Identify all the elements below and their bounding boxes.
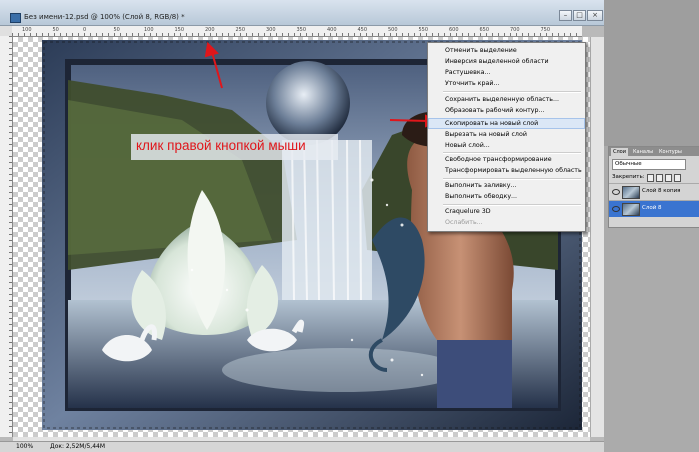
layer-row[interactable]: Слой 8 копия bbox=[609, 183, 699, 200]
menu-item[interactable]: Инверсия выделенной области bbox=[428, 56, 585, 67]
lock-all-icon[interactable] bbox=[674, 174, 681, 182]
photoshop-document-icon bbox=[10, 13, 21, 23]
layer-thumbnail bbox=[622, 203, 640, 216]
ruler-tick-label: 50 bbox=[52, 27, 59, 33]
ruler-tick-label: 0 bbox=[83, 27, 87, 33]
ruler-tick-label: 750 bbox=[540, 27, 551, 33]
status-bar: 100% Док: 2,52М/5,44М bbox=[0, 441, 604, 452]
lock-label: Закрепить: bbox=[612, 174, 645, 180]
menu-item[interactable]: Скопировать на новый слой bbox=[428, 118, 585, 129]
menu-item[interactable]: Новый слой... bbox=[428, 140, 585, 151]
ruler-tick-label: 400 bbox=[327, 27, 337, 33]
menu-item[interactable]: Отменить выделение bbox=[428, 45, 585, 56]
ruler-tick-label: 650 bbox=[479, 27, 490, 33]
tab-layers[interactable]: Слои bbox=[611, 148, 628, 156]
menu-item[interactable]: Сохранить выделенную область... bbox=[428, 94, 585, 105]
layer-thumbnail bbox=[622, 186, 640, 199]
ruler-left[interactable] bbox=[0, 36, 13, 437]
menu-item[interactable]: Уточнить край... bbox=[428, 78, 585, 89]
ruler-tick-label: 150 bbox=[174, 27, 185, 33]
ruler-tick-label: 500 bbox=[388, 27, 398, 33]
layers-panel: Слои Каналы Контуры Обычные Закрепить: С… bbox=[608, 146, 699, 228]
lock-position-icon[interactable] bbox=[665, 174, 672, 182]
menu-item[interactable]: Вырезать на новый слой bbox=[428, 129, 585, 140]
menu-item[interactable]: Растушевка... bbox=[428, 67, 585, 78]
tab-paths[interactable]: Контуры bbox=[657, 148, 684, 156]
menu-item[interactable]: Трансформировать выделенную область bbox=[428, 165, 585, 176]
eye-icon[interactable] bbox=[612, 206, 620, 212]
tab-channels[interactable]: Каналы bbox=[631, 148, 655, 156]
menu-item[interactable]: Свободное трансформирование bbox=[428, 154, 585, 165]
blend-mode-select[interactable]: Обычные bbox=[612, 159, 686, 170]
ruler-tick-label: 600 bbox=[449, 27, 459, 33]
menu-item: Ослабить... bbox=[445, 219, 483, 226]
ruler-tick-label: 450 bbox=[357, 27, 368, 33]
document-titlebar[interactable]: Без имени-12.psd @ 100% (Слой 8, RGB/8) … bbox=[0, 0, 604, 26]
ruler-tick-label: 350 bbox=[296, 27, 307, 33]
lock-transparency-icon[interactable] bbox=[647, 174, 654, 182]
vertical-scrollbar[interactable] bbox=[590, 37, 604, 437]
document-title: Без имени-12.psd @ 100% (Слой 8, RGB/8) … bbox=[24, 13, 185, 21]
lock-pixels-icon[interactable] bbox=[656, 174, 663, 182]
panel-dock-background bbox=[604, 0, 699, 146]
ruler-tick-label: 50 bbox=[113, 27, 120, 33]
ruler-tick-label: 100 bbox=[144, 27, 154, 33]
menu-item[interactable]: Образовать рабочий контур... bbox=[428, 105, 585, 116]
minimize-icon[interactable]: – bbox=[559, 10, 572, 21]
close-icon[interactable]: × bbox=[587, 10, 603, 21]
menu-separator bbox=[443, 91, 581, 93]
ruler-tick-label: 300 bbox=[266, 27, 276, 33]
eye-icon[interactable] bbox=[612, 189, 620, 195]
ruler-tick-label: 700 bbox=[510, 27, 520, 33]
menu-item[interactable]: Выполнить обводку... bbox=[428, 191, 585, 202]
ruler-tick-label: 200 bbox=[205, 27, 215, 33]
ruler-tick-label: 100 bbox=[22, 27, 32, 33]
layer-name: Слой 8 копия bbox=[642, 188, 681, 194]
menu-item[interactable]: Craquelure 3D bbox=[428, 206, 585, 217]
panel-tabs: Слои Каналы Контуры bbox=[609, 147, 699, 156]
ruler-tick-label: 250 bbox=[235, 27, 246, 33]
maximize-icon[interactable]: □ bbox=[573, 10, 586, 21]
context-menu: Отменить выделение Инверсия выделенной об… bbox=[427, 42, 586, 232]
layer-name: Слой 8 bbox=[642, 205, 662, 211]
ruler-tick-label: 550 bbox=[418, 27, 429, 33]
layer-row-selected[interactable]: Слой 8 bbox=[609, 200, 699, 217]
menu-item[interactable]: Выполнить заливку... bbox=[428, 180, 585, 191]
annotation-text: клик правой кнопкой мыши bbox=[136, 138, 306, 153]
